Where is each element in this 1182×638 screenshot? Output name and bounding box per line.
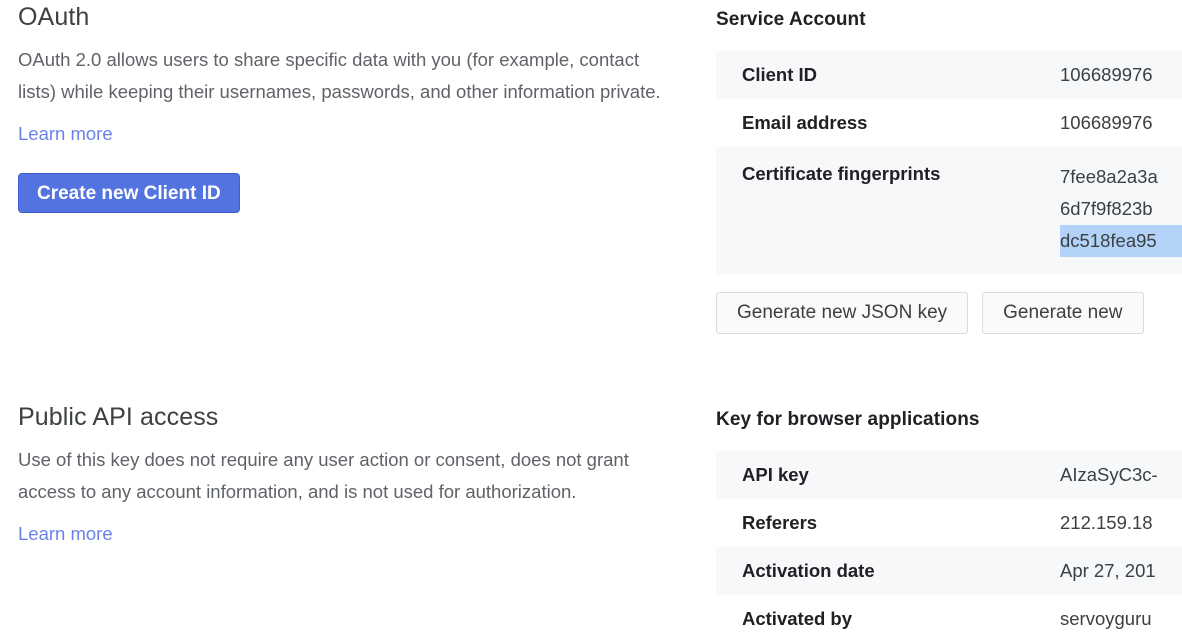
row-label-activated-by: Activated by bbox=[742, 608, 853, 629]
fingerprint-line: 7fee8a2a3a bbox=[1060, 166, 1158, 187]
row-label-activation-date: Activation date bbox=[742, 560, 875, 581]
row-value-client-id: 106689976 bbox=[1060, 64, 1153, 85]
row-value-activation-date: Apr 27, 201 bbox=[1060, 560, 1156, 581]
fingerprint-line-selected: dc518fea95 bbox=[1060, 225, 1182, 257]
row-value-certificate-fingerprints: 7fee8a2a3a 6d7f9f823b dc518fea95 bbox=[1060, 147, 1182, 274]
service-account-heading: Service Account bbox=[716, 9, 866, 30]
table-row: Referers 212.159.18 bbox=[716, 499, 1182, 547]
public-api-access-section: Public API access Use of this key does n… bbox=[0, 400, 700, 548]
table-row: Activation date Apr 27, 201 bbox=[716, 547, 1182, 595]
generate-new-json-key-button[interactable]: Generate new JSON key bbox=[716, 292, 969, 334]
browser-key-table: API key AIzaSyC3c- Referers 212.159.18 A… bbox=[716, 451, 1182, 638]
api-access-page: OAuth OAuth 2.0 allows users to share sp… bbox=[0, 0, 1182, 638]
table-row: Activated by servoyguru bbox=[716, 595, 1182, 638]
generate-new-p12-key-button[interactable]: Generate new bbox=[982, 292, 1144, 334]
row-value-email-address: 106689976 bbox=[1060, 112, 1153, 133]
public-api-learn-more-link[interactable]: Learn more bbox=[0, 508, 113, 548]
fingerprint-line: 6d7f9f823b bbox=[1060, 198, 1153, 219]
row-label-referers: Referers bbox=[742, 512, 818, 533]
browser-key-section: Key for browser applications API key AIz… bbox=[716, 400, 1182, 638]
row-value-api-key: AIzaSyC3c- bbox=[1060, 464, 1158, 485]
row-label-email-address: Email address bbox=[742, 112, 868, 133]
oauth-section: OAuth OAuth 2.0 allows users to share sp… bbox=[0, 0, 700, 213]
public-api-description: Use of this key does not require any use… bbox=[18, 449, 629, 502]
row-label-certificate-fingerprints: Certificate fingerprints bbox=[742, 163, 941, 184]
service-account-button-row: Generate new JSON key Generate new bbox=[716, 292, 1182, 334]
row-label-api-key: API key bbox=[742, 464, 809, 485]
row-value-referers: 212.159.18 bbox=[1060, 512, 1153, 533]
table-row: Email address 106689976 bbox=[716, 99, 1182, 147]
create-new-client-id-button[interactable]: Create new Client ID bbox=[18, 173, 240, 213]
oauth-learn-more-link[interactable]: Learn more bbox=[0, 108, 113, 148]
oauth-description: OAuth 2.0 allows users to share specific… bbox=[18, 49, 661, 102]
table-row: Client ID 106689976 bbox=[716, 51, 1182, 99]
service-account-section: Service Account Client ID 106689976 Emai… bbox=[716, 0, 1182, 334]
table-row: API key AIzaSyC3c- bbox=[716, 451, 1182, 499]
oauth-heading: OAuth bbox=[18, 3, 90, 31]
public-api-heading: Public API access bbox=[18, 403, 219, 431]
service-account-table: Client ID 106689976 Email address 106689… bbox=[716, 51, 1182, 274]
row-label-client-id: Client ID bbox=[742, 64, 818, 85]
browser-key-heading: Key for browser applications bbox=[716, 409, 980, 430]
table-row: Certificate fingerprints 7fee8a2a3a 6d7f… bbox=[716, 147, 1182, 274]
row-value-activated-by: servoyguru bbox=[1060, 608, 1152, 629]
